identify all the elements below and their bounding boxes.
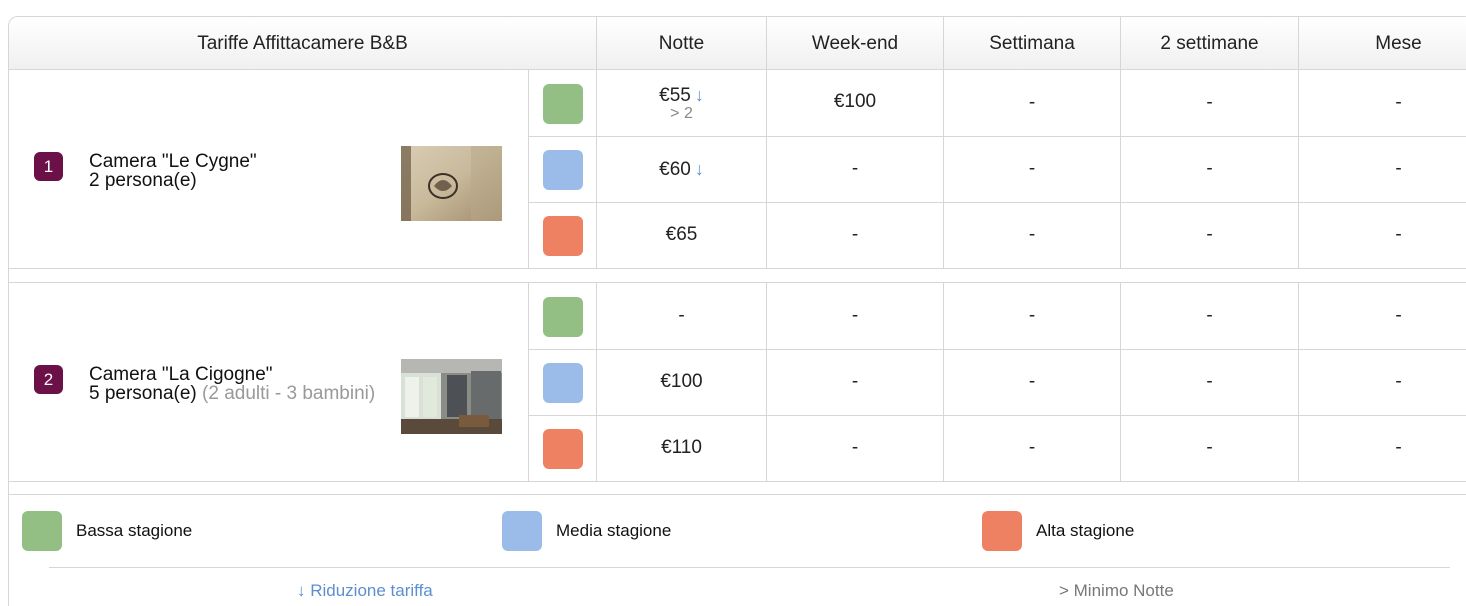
season-swatch-media: [543, 363, 583, 403]
room-title: Camera "Le Cygne": [89, 151, 257, 172]
col-header-mese: Mese: [1298, 17, 1466, 70]
season-swatch-media: [543, 150, 583, 190]
price-settimana: -: [943, 136, 1120, 202]
season-column: [528, 283, 596, 482]
price-2-settimane: -: [1120, 349, 1298, 415]
col-header-notte: Notte: [596, 17, 766, 70]
room-separator: [9, 270, 1466, 283]
price-weekend: -: [766, 349, 943, 415]
price-mese: -: [1298, 283, 1466, 349]
price-weekend: -: [766, 136, 943, 202]
price-weekend: -: [766, 415, 943, 481]
price-mese: -: [1298, 136, 1466, 202]
price-weekend: €100: [766, 70, 943, 136]
legend-label-alta: Alta stagione: [1036, 521, 1135, 540]
room-capacity-detail: (2 adulti - 3 bambini): [202, 383, 376, 404]
legend: Bassa stagione Media stagione Alta stagi…: [9, 483, 1466, 606]
price-notte: €55 ↓ > 2: [596, 70, 766, 136]
price-mese: -: [1298, 202, 1466, 268]
legend-swatch-bassa: [22, 511, 62, 551]
price-settimana: -: [943, 70, 1120, 136]
price-2-settimane: -: [1120, 202, 1298, 268]
season-swatch-bassa: [543, 84, 583, 124]
price-weekend: -: [766, 202, 943, 268]
price-settimana: -: [943, 283, 1120, 349]
price-settimana: -: [943, 202, 1120, 268]
price-2-settimane: -: [1120, 415, 1298, 481]
season-swatch-bassa: [543, 297, 583, 337]
room-capacity: 2 persona(e): [89, 170, 197, 191]
col-header-2-settimane: 2 settimane: [1120, 17, 1298, 70]
price-notte: -: [596, 283, 766, 349]
price-value: €55: [659, 84, 691, 106]
room-capacity: 5 persona(e): [89, 383, 197, 404]
table-title: Tariffe Affittacamere B&B: [197, 33, 408, 54]
price-settimana: -: [943, 415, 1120, 481]
price-weekend: -: [766, 283, 943, 349]
col-header-settimana: Settimana: [943, 17, 1120, 70]
price-2-settimane: -: [1120, 136, 1298, 202]
rates-table: Tariffe Affittacamere B&B Notte Week-end…: [8, 16, 1466, 606]
room-name[interactable]: Camera "Le Cygne" 2 persona(e): [89, 152, 389, 190]
price-notte: €100: [596, 349, 766, 415]
season-swatch-alta: [543, 216, 583, 256]
price-notte: €65: [596, 202, 766, 268]
price-settimana: -: [943, 349, 1120, 415]
legend-divider: [49, 567, 1450, 568]
legend-min-nights: > Minimo Notte: [1059, 581, 1174, 600]
legend-label-bassa: Bassa stagione: [76, 521, 193, 540]
price-mese: -: [1298, 70, 1466, 136]
season-swatch-alta: [543, 429, 583, 469]
legend-label-media: Media stagione: [556, 521, 672, 540]
legend-reduction: ↓ Riduzione tariffa: [297, 581, 433, 600]
legend-swatch-media: [502, 511, 542, 551]
season-column: [528, 70, 596, 269]
min-nights: > 2: [670, 104, 693, 122]
room-block-1: 1 Camera "Le Cygne" 2 persona(e) €55 ↓ >…: [9, 70, 1466, 269]
price-mese: -: [1298, 349, 1466, 415]
room-block-2: 2 Camera "La Cigogne" 5 persona(e) (2 ad…: [9, 283, 1466, 482]
price-value: €60: [659, 158, 691, 180]
price-notte: €60 ↓: [596, 136, 766, 202]
room-info: 1 Camera "Le Cygne" 2 persona(e): [9, 70, 528, 269]
room-photo[interactable]: [401, 146, 502, 221]
reduction-arrow-icon: ↓: [694, 84, 704, 105]
room-name[interactable]: Camera "La Cigogne" 5 persona(e) (2 adul…: [89, 365, 389, 403]
room-number-badge: 1: [34, 152, 63, 181]
legend-swatch-alta: [982, 511, 1022, 551]
price-2-settimane: -: [1120, 283, 1298, 349]
price-2-settimane: -: [1120, 70, 1298, 136]
table-header: Tariffe Affittacamere B&B Notte Week-end…: [9, 17, 1466, 70]
room-info: 2 Camera "La Cigogne" 5 persona(e) (2 ad…: [9, 283, 528, 482]
reduction-arrow-icon: ↓: [694, 158, 704, 179]
price-notte: €110: [596, 415, 766, 481]
room-title: Camera "La Cigogne": [89, 364, 273, 385]
col-header-weekend: Week-end: [766, 17, 943, 70]
price-mese: -: [1298, 415, 1466, 481]
room-number-badge: 2: [34, 365, 63, 394]
room-photo[interactable]: [401, 359, 502, 434]
